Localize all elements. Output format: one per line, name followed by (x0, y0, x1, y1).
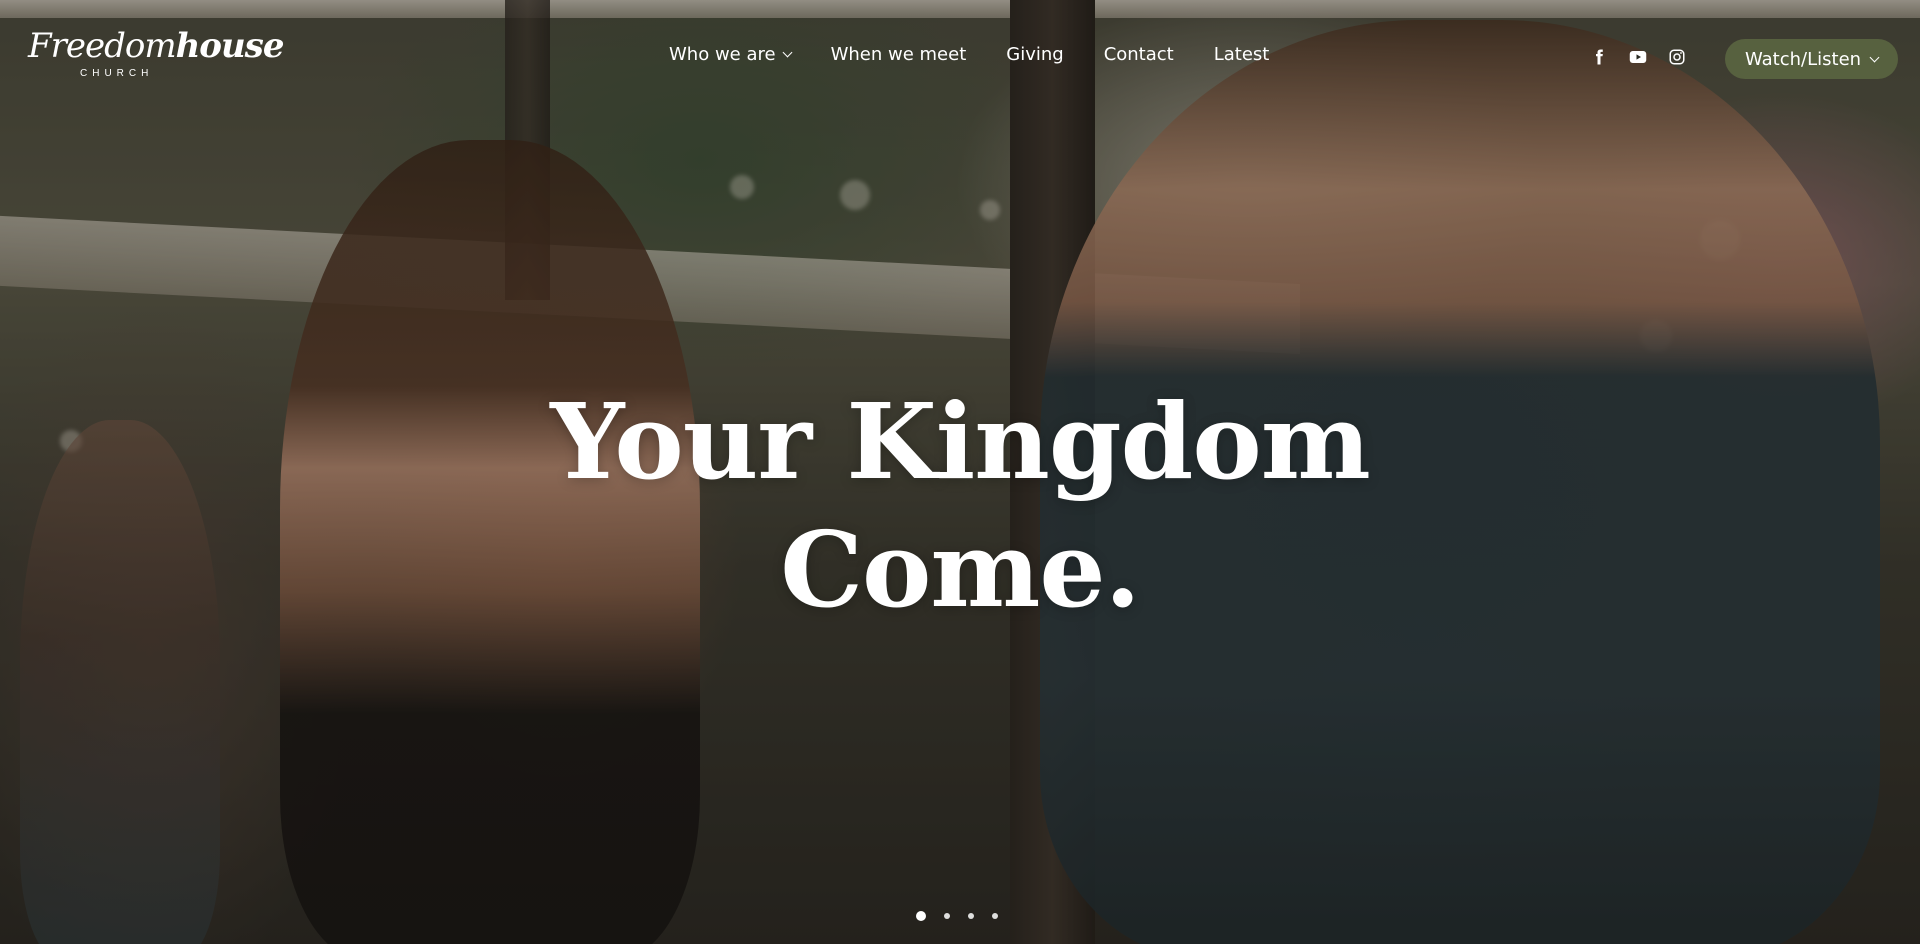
slider-pagination (916, 911, 998, 921)
slider-dot-4[interactable] (992, 913, 998, 919)
logo-wordmark-thin: Freedom (28, 26, 177, 66)
site-header: Freedomhouse CHURCH Who we are When we m… (0, 0, 1920, 120)
hero-headline-line1: Your Kingdom (550, 380, 1371, 503)
hero-headline-line2: Come. (780, 508, 1141, 631)
slider-dot-1[interactable] (916, 911, 926, 921)
slider-dot-3[interactable] (968, 913, 974, 919)
watch-listen-label: Watch/Listen (1745, 48, 1862, 70)
hero-headline: Your Kingdom Come. (460, 378, 1460, 634)
nav-latest-label: Latest (1213, 44, 1270, 65)
youtube-icon[interactable] (1628, 48, 1648, 66)
main-nav: Who we are When we meet Giving Contact L… (669, 44, 1269, 65)
instagram-icon[interactable] (1668, 48, 1686, 66)
nav-latest[interactable]: Latest (1214, 44, 1270, 65)
social-links (1590, 48, 1686, 66)
nav-giving[interactable]: Giving (1006, 44, 1063, 65)
nav-when-we-meet-label: When we meet (830, 44, 967, 65)
nav-giving-label: Giving (1006, 44, 1064, 65)
nav-who-we-are-label: Who we are (669, 44, 776, 65)
freedomhouse-church-logo[interactable]: Freedomhouse CHURCH (28, 26, 284, 96)
nav-contact-label: Contact (1103, 44, 1174, 65)
hero-section: Freedomhouse CHURCH Who we are When we m… (0, 0, 1920, 944)
logo-wordmark: Freedomhouse (28, 26, 284, 66)
watch-listen-button[interactable]: Watch/Listen (1725, 39, 1899, 79)
nav-who-we-are[interactable]: Who we are (669, 44, 793, 65)
logo-wordmark-bold: house (175, 26, 285, 66)
facebook-icon[interactable] (1590, 48, 1608, 66)
chevron-down-icon (782, 47, 793, 58)
nav-when-we-meet[interactable]: When we meet (831, 44, 967, 65)
slider-dot-2[interactable] (944, 913, 950, 919)
chevron-down-icon (1869, 52, 1880, 62)
logo-subtitle: CHURCH (80, 68, 154, 79)
nav-contact[interactable]: Contact (1104, 44, 1174, 65)
